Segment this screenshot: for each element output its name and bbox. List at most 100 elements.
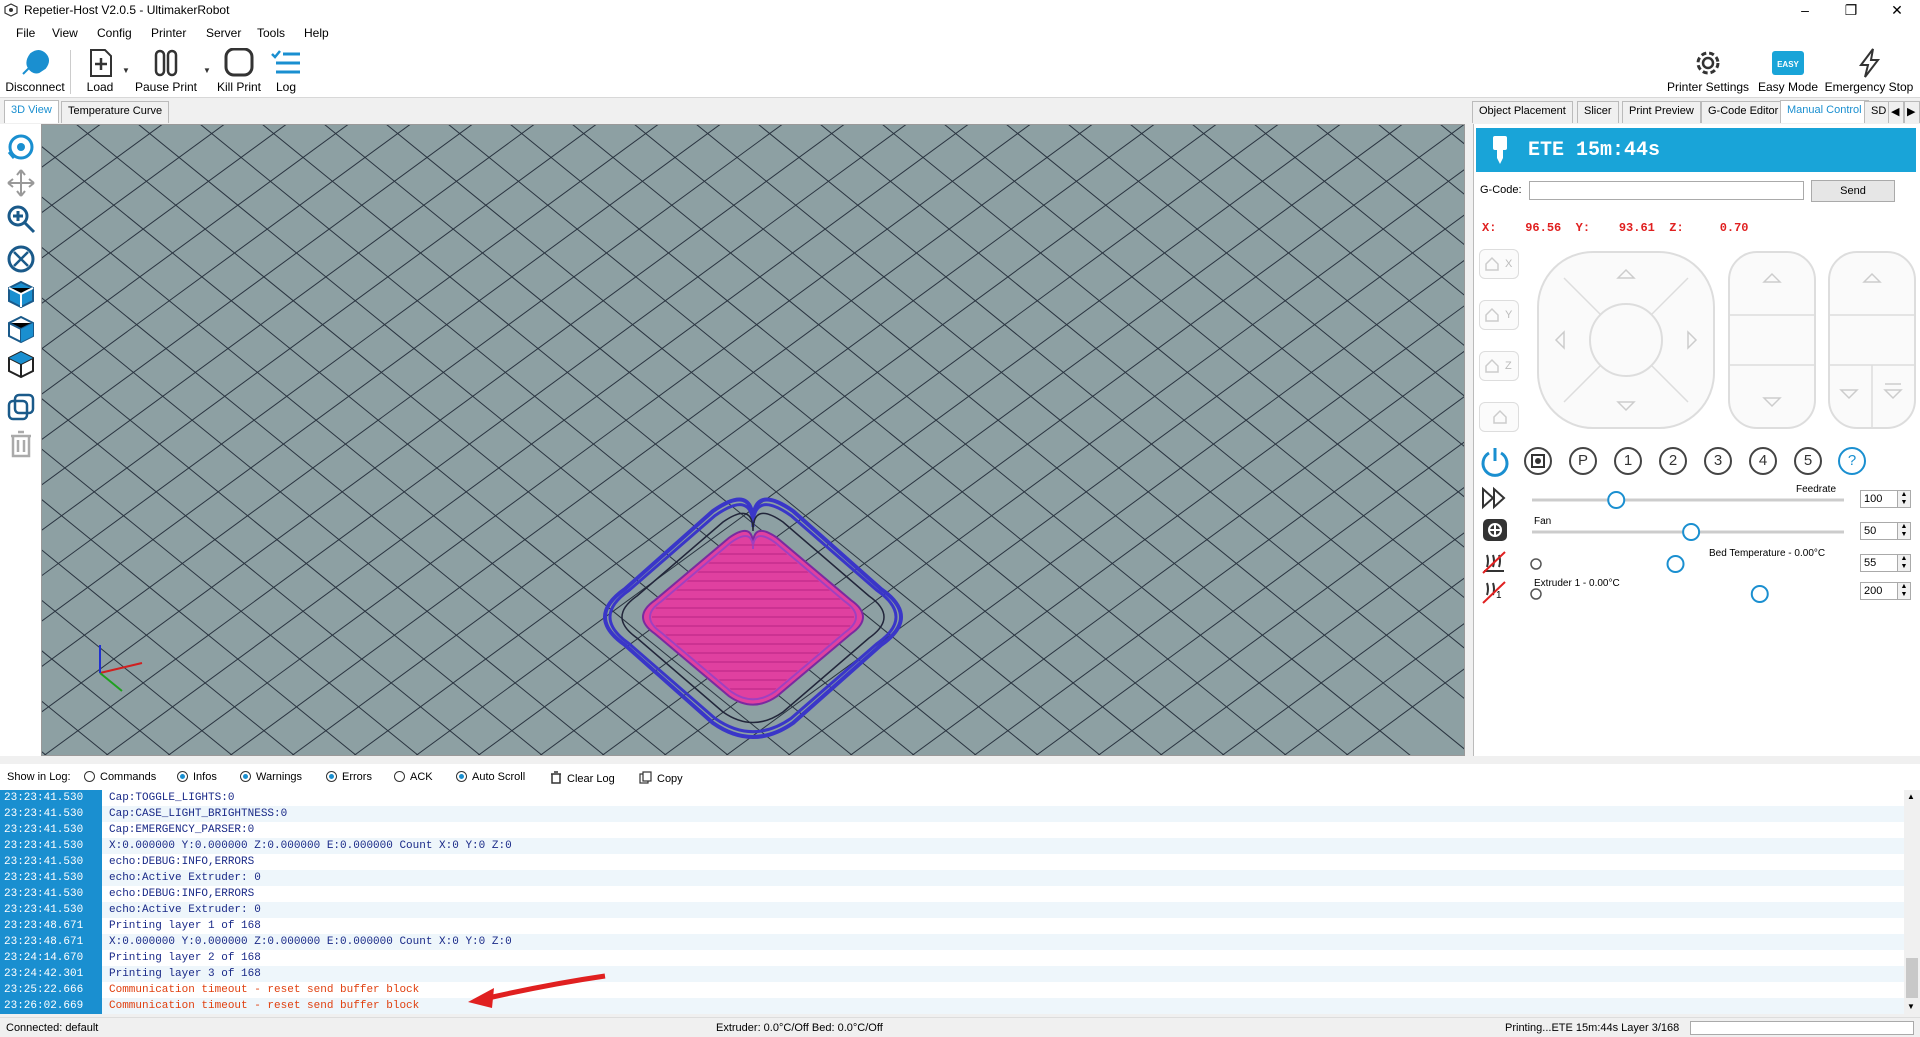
extruder-jog-pad[interactable]: [1827, 250, 1917, 430]
cube-side-icon[interactable]: [6, 314, 36, 344]
emergency-stop-button[interactable]: Emergency Stop: [1824, 46, 1914, 96]
help-button[interactable]: ?: [1838, 447, 1866, 475]
tab-scroll-left-icon[interactable]: ◀: [1888, 101, 1904, 123]
tab-slicer[interactable]: Slicer: [1577, 101, 1619, 123]
move-icon[interactable]: [6, 168, 36, 198]
load-button[interactable]: Load: [80, 46, 120, 96]
ack-toggle[interactable]: ACK: [394, 771, 433, 783]
menu-server[interactable]: Server: [206, 26, 241, 40]
feedrate-slider[interactable]: [1528, 490, 1848, 510]
macro-5-button[interactable]: 5: [1794, 447, 1822, 475]
menu-file[interactable]: File: [16, 26, 35, 40]
home-x-button[interactable]: X: [1479, 249, 1519, 279]
extruder-temp-spinner[interactable]: ▲ ▼: [1897, 582, 1911, 600]
tab-manual-control[interactable]: Manual Control: [1780, 100, 1869, 123]
log-scrollbar[interactable]: ▲ ▼: [1904, 790, 1920, 1014]
home-y-button[interactable]: Y: [1479, 300, 1519, 330]
minimize-button[interactable]: –: [1782, 0, 1828, 22]
tab-object-placement[interactable]: Object Placement: [1472, 101, 1573, 123]
printer-settings-button[interactable]: Printer Settings: [1667, 46, 1749, 96]
z-jog-pad[interactable]: [1727, 250, 1817, 430]
fan-spinner[interactable]: ▲ ▼: [1897, 522, 1911, 540]
feedrate-spinner[interactable]: ▲ ▼: [1897, 490, 1911, 508]
copy-button[interactable]: Copy: [639, 771, 683, 785]
log-time: 23:23:41.530: [0, 854, 102, 870]
log-message: echo:DEBUG:INFO,ERRORS: [109, 888, 255, 900]
log-message: Cap:CASE_LIGHT_BRIGHTNESS:0: [109, 808, 288, 820]
log-list[interactable]: 23:23:41.530 Cap:TOGGLE_LIGHTS:0 23:23:41.…: [0, 790, 1904, 1014]
x-value: 96.56: [1525, 221, 1562, 235]
log-time: 23:23:41.530: [0, 838, 102, 854]
log-row: 23:23:41.530 Cap:CASE_LIGHT_BRIGHTNESS:0: [0, 806, 1904, 822]
close-button[interactable]: ✕: [1874, 0, 1920, 22]
disconnect-button[interactable]: Disconnect: [4, 46, 66, 96]
feedrate-input[interactable]: [1860, 490, 1898, 508]
log-time: 23:24:14.670: [0, 950, 102, 966]
cube-top-icon[interactable]: [6, 349, 36, 379]
tab-gcode-editor[interactable]: G-Code Editor: [1701, 101, 1786, 123]
power-icon[interactable]: [1478, 445, 1512, 479]
kill-print-button[interactable]: Kill Print: [214, 46, 264, 96]
title-bar: Repetier-Host V2.0.5 - UltimakerRobot – …: [0, 0, 1920, 22]
tab-print-preview[interactable]: Print Preview: [1622, 101, 1701, 123]
fast-forward-icon: [1482, 486, 1506, 510]
menu-config[interactable]: Config: [97, 26, 132, 40]
motors-off-button[interactable]: [1524, 447, 1552, 475]
auto-scroll-toggle[interactable]: Auto Scroll: [456, 771, 525, 783]
pause-print-button[interactable]: Pause Print: [134, 46, 198, 96]
tab-3d-view[interactable]: 3D View: [4, 100, 59, 123]
menu-printer[interactable]: Printer: [151, 26, 186, 40]
home-all-button[interactable]: [1479, 402, 1519, 432]
bed-heater-icon: [1482, 551, 1506, 574]
menu-tools[interactable]: Tools: [257, 26, 285, 40]
send-button[interactable]: Send: [1811, 180, 1895, 202]
macro-p-button[interactable]: P: [1569, 447, 1597, 475]
log-time: 23:23:41.530: [0, 870, 102, 886]
macro-3-button[interactable]: 3: [1704, 447, 1732, 475]
menu-view[interactable]: View: [52, 26, 78, 40]
tab-temperature-curve[interactable]: Temperature Curve: [61, 101, 170, 123]
log-time: 23:23:48.671: [0, 918, 102, 934]
log-row: 23:23:41.530 Cap:EMERGENCY_PARSER:0: [0, 822, 1904, 838]
macro-4-button[interactable]: 4: [1749, 447, 1777, 475]
load-dropdown-icon[interactable]: ▼: [122, 66, 130, 76]
menu-help[interactable]: Help: [304, 26, 329, 40]
bed-temp-input[interactable]: [1860, 554, 1898, 572]
log-message: Printing layer 3 of 168: [109, 968, 261, 980]
bed-temp-spinner[interactable]: ▲ ▼: [1897, 554, 1911, 572]
3d-view[interactable]: [41, 124, 1465, 756]
errors-toggle[interactable]: Errors: [326, 771, 372, 783]
log-message: echo:DEBUG:INFO,ERRORS: [109, 856, 255, 868]
rotate-icon[interactable]: [6, 132, 36, 162]
xy-jog-pad[interactable]: [1536, 250, 1716, 430]
pause-dropdown-icon[interactable]: ▼: [203, 66, 211, 76]
commands-toggle[interactable]: Commands: [84, 771, 156, 783]
infos-toggle[interactable]: Infos: [177, 771, 217, 783]
log-time: 23:24:42.301: [0, 966, 102, 982]
bed-temp-slider[interactable]: [1528, 554, 1848, 574]
home-z-button[interactable]: Z: [1479, 351, 1519, 381]
clear-log-button[interactable]: Clear Log: [550, 771, 615, 785]
easy-mode-button[interactable]: EASY Easy Mode: [1757, 46, 1819, 96]
extruder-temp-slider[interactable]: [1528, 584, 1848, 604]
log-button[interactable]: Log: [268, 46, 304, 96]
gcode-label: G-Code:: [1480, 184, 1522, 196]
scroll-thumb: [1906, 958, 1918, 998]
objects-icon[interactable]: [6, 392, 36, 422]
log-row: 23:24:14.670 Printing layer 2 of 168: [0, 950, 1904, 966]
macro-1-button[interactable]: 1: [1614, 447, 1642, 475]
tab-scroll-right-icon[interactable]: ▶: [1904, 101, 1920, 123]
maximize-button[interactable]: ❐: [1828, 0, 1874, 22]
extruder-temp-input[interactable]: [1860, 582, 1898, 600]
gcode-input[interactable]: [1529, 181, 1804, 200]
fan-slider[interactable]: [1528, 522, 1848, 542]
warnings-toggle[interactable]: Warnings: [240, 771, 302, 783]
cube-view-icon[interactable]: [6, 279, 36, 309]
fan-input[interactable]: [1860, 522, 1898, 540]
trash-icon[interactable]: [6, 429, 36, 459]
position-readout: X: 96.56 Y: 93.61 Z: 0.70: [1482, 221, 1749, 235]
log-row: 23:23:41.530 echo:DEBUG:INFO,ERRORS: [0, 854, 1904, 870]
zoom-icon[interactable]: [6, 204, 36, 234]
fit-view-icon[interactable]: [6, 244, 36, 274]
macro-2-button[interactable]: 2: [1659, 447, 1687, 475]
